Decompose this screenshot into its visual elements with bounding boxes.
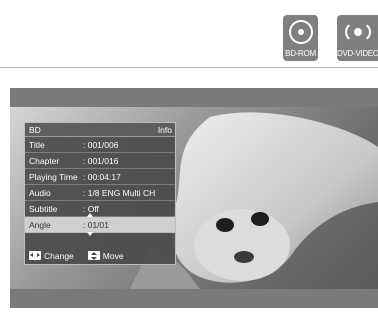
change-hint: Change [29,251,74,261]
row-label: Playing Time [29,171,78,182]
row-label: Subtitle [29,203,58,214]
dvd-video-label: DVD-VIDEO [337,49,378,58]
row-label: Angle [29,219,51,230]
row-label: Title [29,139,45,150]
bd-rom-label: BD-ROM [285,49,316,58]
row-label: Chapter [29,155,60,166]
arrow-up-icon [87,213,93,217]
panel-info-label: Info [157,124,172,135]
divider-line [0,67,378,68]
move-hint: Move [87,250,124,261]
left-right-key-icon [29,251,41,260]
panel-footer: Change Move [25,247,175,264]
disc-icon [288,20,313,44]
row-value: : Off [83,203,99,214]
info-row-title[interactable]: Title : 001/006 [25,137,175,153]
row-value: : 001/016 [83,155,119,166]
info-panel: BD Info Title : 001/006 Chapter : 001/01… [24,122,176,265]
dvd-disc-icon [344,21,371,43]
row-value: : 1/8 ENG Multi CH [83,187,156,198]
panel-title: BD [29,124,41,135]
info-row-playing-time[interactable]: Playing Time : 00:04:17 [25,169,175,185]
panel-header: BD Info [25,123,175,137]
row-value: : 001/006 [83,139,119,150]
tv-screen: BD Info Title : 001/006 Chapter : 001/01… [10,88,378,308]
change-label: Change [44,250,74,261]
move-label: Move [102,250,124,261]
row-label: Audio [29,187,51,198]
info-row-chapter[interactable]: Chapter : 001/016 [25,153,175,169]
dvd-video-badge: DVD-VIDEO [337,15,378,61]
up-down-key-icon [87,251,100,260]
bd-rom-badge: BD-ROM [283,15,318,61]
info-row-subtitle[interactable]: Subtitle : Off [25,201,175,217]
info-row-audio[interactable]: Audio : 1/8 ENG Multi CH [25,185,175,201]
arrow-down-icon [87,232,93,236]
row-value: : 01/01 [83,219,109,230]
row-value: : 00:04:17 [83,171,121,182]
info-row-angle[interactable]: Angle : 01/01 [25,213,175,236]
